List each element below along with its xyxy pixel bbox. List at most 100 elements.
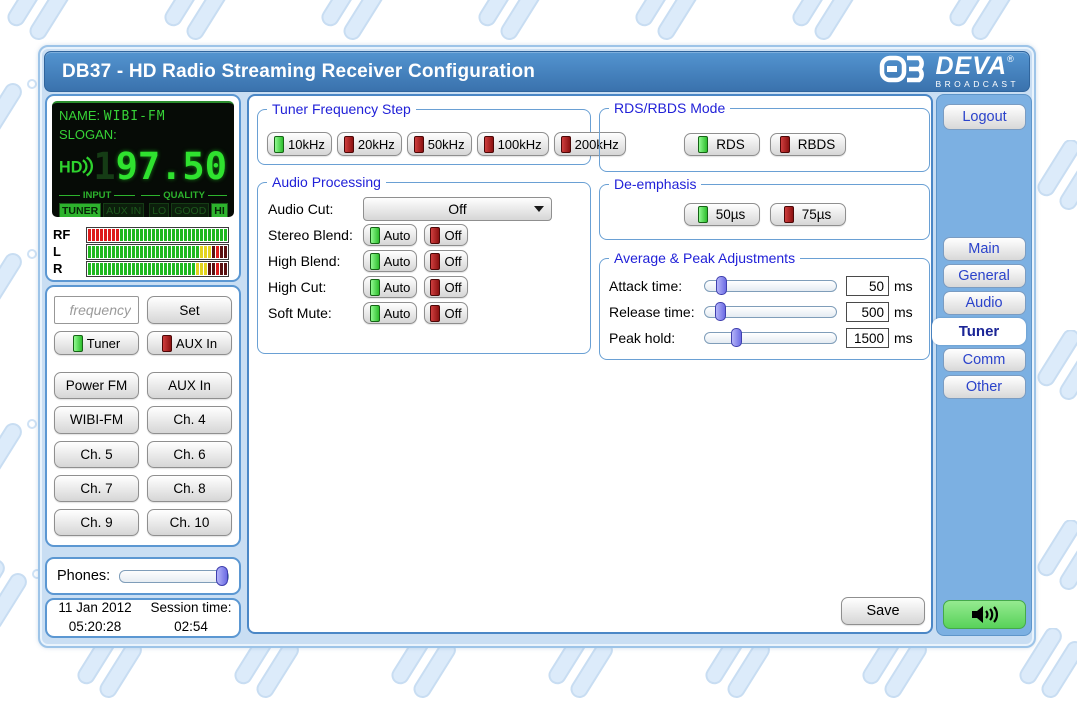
tab-main[interactable]: Main — [943, 237, 1026, 261]
speaker-icon — [971, 605, 998, 624]
channel-ch-10-button[interactable]: Ch. 10 — [147, 509, 232, 536]
soft-mute-auto-button[interactable]: Auto — [363, 302, 417, 324]
channel-aux-in-button[interactable]: AUX In — [147, 372, 232, 399]
save-button[interactable]: Save — [841, 597, 925, 625]
meter-segment — [212, 229, 215, 241]
stereo-blend-auto-button[interactable]: Auto — [363, 224, 417, 246]
peak-hold-slider[interactable] — [704, 332, 837, 344]
de-emphasis-75-s-button[interactable]: 75µs — [770, 203, 846, 226]
high-blend-off-button[interactable]: Off — [424, 250, 468, 272]
meter-segment — [92, 263, 95, 275]
lcd-indicator-aux-in: AUX IN — [103, 203, 144, 217]
release-time-slider-thumb[interactable] — [715, 302, 726, 321]
high-cut-off-button[interactable]: Off — [424, 276, 468, 298]
meter-segment — [224, 246, 227, 258]
button-label: 20kHz — [358, 137, 395, 152]
hd-radio-icon: HD — [59, 152, 93, 180]
logout-button[interactable]: Logout — [943, 104, 1026, 130]
freq-step-100khz-button[interactable]: 100kHz — [477, 132, 549, 156]
high-cut-auto-button[interactable]: Auto — [363, 276, 417, 298]
phones-volume-slider[interactable] — [119, 570, 229, 583]
rds-mode-rbds-button[interactable]: RBDS — [770, 133, 846, 156]
release-time-unit-label: ms — [894, 304, 913, 320]
attack-time-slider-thumb[interactable] — [716, 276, 727, 295]
channel-ch-8-button[interactable]: Ch. 8 — [147, 475, 232, 502]
attack-time-unit-label: ms — [894, 278, 913, 294]
attack-time-slider[interactable] — [704, 280, 837, 292]
watermark-logo — [147, 0, 247, 47]
meter-track — [86, 244, 229, 260]
svg-text:HD: HD — [59, 159, 83, 177]
channel-ch-9-button[interactable]: Ch. 9 — [54, 509, 139, 536]
meter-segment — [144, 246, 147, 258]
freq-step-10khz-button[interactable]: 10kHz — [267, 132, 332, 156]
tab-tuner[interactable]: Tuner — [932, 318, 1026, 345]
tab-label: General — [958, 268, 1010, 284]
high-blend-auto-button[interactable]: Auto — [363, 250, 417, 272]
meter-segment — [104, 229, 107, 241]
meter-segment — [212, 246, 215, 258]
peak-hold-value-field[interactable]: 1500 — [846, 328, 889, 348]
phones-slider-thumb[interactable] — [216, 566, 228, 586]
rds-mode-rds-button[interactable]: RDS — [684, 133, 760, 156]
meter-segment — [128, 229, 131, 241]
status-date: 11 Jan 2012 — [47, 599, 143, 618]
meter-segment — [172, 229, 175, 241]
red-led-indicator — [484, 136, 494, 153]
meter-segment — [212, 263, 215, 275]
button-label: 50kHz — [428, 137, 465, 152]
audio-cut-dropdown[interactable]: Off — [363, 197, 552, 221]
de-emphasis-50-s-button[interactable]: 50µs — [684, 203, 760, 226]
lcd-frequency-ghost-digit: 1 — [93, 148, 115, 185]
audio-row-high-blend: High Blend:AutoOff — [268, 250, 580, 272]
group-title: De-emphasis — [609, 176, 701, 192]
tab-label: Main — [968, 241, 999, 257]
meter-segment — [136, 263, 139, 275]
meter-segment — [104, 246, 107, 258]
channel-ch-7-button[interactable]: Ch. 7 — [54, 475, 139, 502]
meter-segment — [188, 246, 191, 258]
attack-time-value-field[interactable]: 50 — [846, 276, 889, 296]
release-time-value-field[interactable]: 500 — [846, 302, 889, 322]
peak-hold-slider-thumb[interactable] — [731, 328, 742, 347]
channel-power-fm-button[interactable]: Power FM — [54, 372, 139, 399]
volume-button[interactable] — [943, 600, 1026, 629]
tuning-panel: Set Tuner AUX In Power FM AUX In WIBI-FM Ch. … — [45, 285, 241, 547]
tab-other[interactable]: Other — [943, 375, 1026, 399]
source-tuner-button[interactable]: Tuner — [54, 331, 139, 355]
freq-step-50khz-button[interactable]: 50kHz — [407, 132, 472, 156]
meter-track — [86, 227, 229, 243]
attack-time-row: Attack time:50ms — [609, 276, 920, 296]
tab-audio[interactable]: Audio — [943, 291, 1026, 315]
meter-segment — [124, 246, 127, 258]
soft-mute-off-button[interactable]: Off — [424, 302, 468, 324]
stereo-blend-off-button[interactable]: Off — [424, 224, 468, 246]
button-label: Ch. 7 — [80, 481, 112, 496]
lcd-quality-section-label: QUALITY — [141, 190, 227, 201]
freq-step-20khz-button[interactable]: 20kHz — [337, 132, 402, 156]
meter-segment — [96, 246, 99, 258]
phones-panel: Phones: — [45, 557, 241, 595]
button-label: 75µs — [802, 207, 832, 222]
channel-ch-6-button[interactable]: Ch. 6 — [147, 441, 232, 468]
set-frequency-button[interactable]: Set — [147, 296, 232, 324]
release-time-slider[interactable] — [704, 306, 837, 318]
button-label: Power FM — [66, 378, 128, 393]
frequency-input[interactable] — [54, 296, 139, 324]
button-label: RBDS — [798, 137, 836, 152]
peak-hold-unit-label: ms — [894, 330, 913, 346]
source-aux-in-button[interactable]: AUX In — [147, 331, 232, 355]
channel-wibi-fm-button[interactable]: WIBI-FM — [54, 406, 139, 433]
set-button-label: Set — [179, 303, 199, 318]
red-led-indicator — [162, 335, 172, 352]
brand-subtitle: BROADCAST — [936, 80, 1020, 89]
channel-ch-5-button[interactable]: Ch. 5 — [54, 441, 139, 468]
channel-ch-4-button[interactable]: Ch. 4 — [147, 406, 232, 433]
tab-general[interactable]: General — [943, 264, 1026, 288]
tab-comm[interactable]: Comm — [943, 348, 1026, 372]
meter-segment — [176, 246, 179, 258]
session-value: 02:54 — [143, 618, 239, 637]
lcd-frequency-value: 97.50 — [116, 148, 227, 185]
phones-label: Phones: — [57, 568, 110, 584]
watermark-logo — [0, 240, 40, 317]
